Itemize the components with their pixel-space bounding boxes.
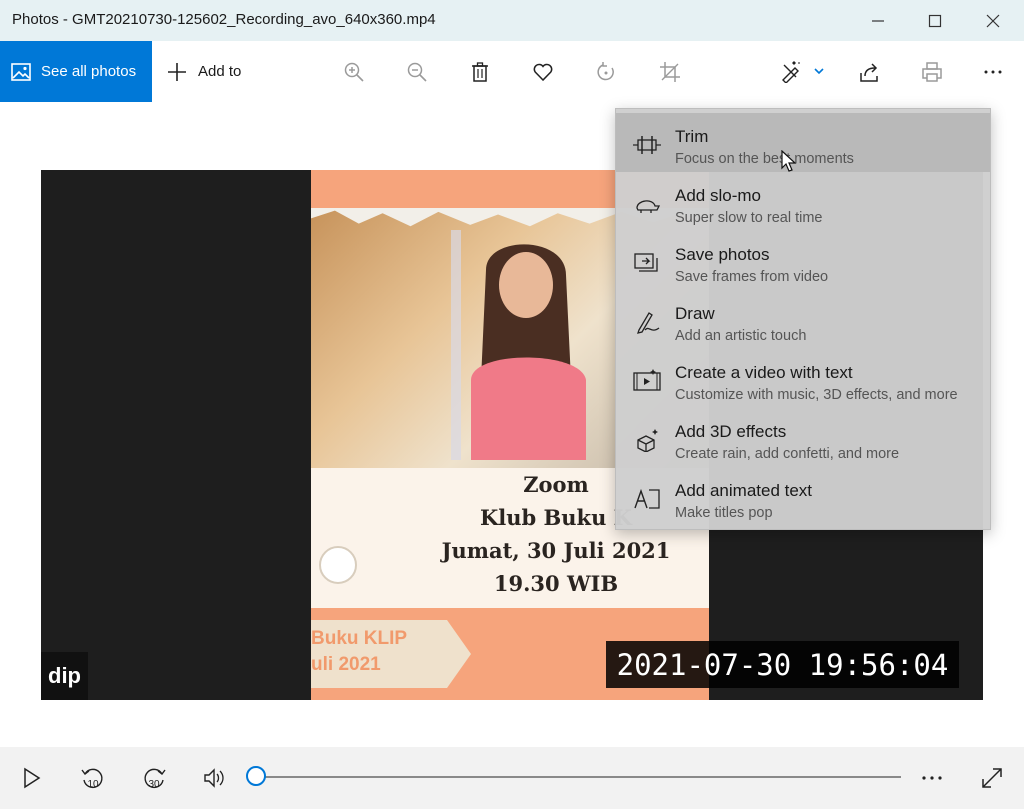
skip-forward-icon: 30 <box>144 768 166 790</box>
edit-create-menu: Trim Focus on the best moments Add slo-m… <box>615 108 991 530</box>
person-image <box>451 230 586 460</box>
print-button[interactable] <box>919 59 945 85</box>
event-time: 19.30 WIB <box>493 571 619 596</box>
menu-item-trim[interactable]: Trim Focus on the best moments <box>616 113 990 172</box>
animated-text-icon <box>634 488 660 509</box>
bottom-tag: Buku KLIP uli 2021 <box>311 620 471 688</box>
rotate-button[interactable] <box>593 59 619 85</box>
menu-item-subtitle: Super slow to real time <box>675 210 823 226</box>
menu-item-title: Draw <box>675 304 715 323</box>
menu-item-video-text[interactable]: Create a video with text Customize with … <box>616 349 990 408</box>
add-to-label: Add to <box>198 63 242 80</box>
minimize-icon <box>872 19 884 22</box>
player-controls: 10 30 <box>0 747 1024 809</box>
menu-item-subtitle: Save frames from video <box>675 269 829 285</box>
event-date: Jumat, 30 Juli 2021 <box>441 538 671 563</box>
minimize-button[interactable] <box>849 0 907 41</box>
video-timestamp: 2021-07-30 19:56:04 <box>606 641 959 688</box>
trim-icon <box>633 136 661 154</box>
maximize-icon <box>928 14 942 27</box>
rotate-icon <box>597 62 614 81</box>
bottom-line-1: Buku KLIP <box>311 628 408 649</box>
3d-effects-icon <box>637 429 658 452</box>
play-button[interactable] <box>16 763 46 793</box>
skip-forward-label: 30 <box>148 779 160 790</box>
menu-item-animated-text[interactable]: Add animated text Make titles pop <box>616 467 990 526</box>
zoom-in-button[interactable] <box>341 59 367 85</box>
menu-item-title: Add 3D effects <box>675 422 787 441</box>
plus-icon <box>168 62 186 81</box>
club-logo <box>319 546 357 584</box>
more-options-button[interactable] <box>980 59 1006 85</box>
volume-button[interactable] <box>200 763 230 793</box>
menu-item-subtitle: Make titles pop <box>675 505 773 521</box>
crop-button[interactable] <box>657 59 683 85</box>
fullscreen-icon <box>982 768 1002 788</box>
more-icon <box>984 70 1002 74</box>
menu-item-subtitle: Focus on the best moments <box>675 151 854 167</box>
menu-item-title: Trim <box>675 127 709 146</box>
video-text-icon <box>633 369 661 391</box>
delete-button[interactable] <box>467 59 493 85</box>
skip-back-icon: 10 <box>81 768 103 790</box>
seek-thumb[interactable] <box>246 766 266 786</box>
edit-create-button[interactable] <box>777 59 827 85</box>
see-all-photos-label: See all photos <box>41 63 137 80</box>
window-title: Photos - GMT20210730-125602_Recording_av… <box>12 11 436 28</box>
menu-item-title: Create a video with text <box>675 363 853 382</box>
more-icon <box>922 776 942 780</box>
seek-track[interactable] <box>256 776 901 778</box>
close-button[interactable] <box>964 0 1022 41</box>
menu-item-title: Save photos <box>675 245 770 264</box>
draw-icon <box>637 312 660 334</box>
skip-back-label: 10 <box>87 779 99 790</box>
title-bar: Photos - GMT20210730-125602_Recording_av… <box>0 0 1024 41</box>
mouse-cursor-icon <box>781 150 797 172</box>
slomo-icon <box>636 200 661 213</box>
menu-item-title: Add animated text <box>675 481 813 500</box>
bottom-line-2: uli 2021 <box>311 654 381 675</box>
menu-item-3d-effects[interactable]: Add 3D effects Create rain, add confetti… <box>616 408 990 467</box>
menu-item-title: Add slo-mo <box>675 186 761 205</box>
toolbar: See all photos Add to <box>0 41 1024 102</box>
edit-create-icon <box>782 61 824 83</box>
skip-back-button[interactable]: 10 <box>78 763 108 793</box>
crop-icon <box>660 62 680 82</box>
fullscreen-button[interactable] <box>977 763 1007 793</box>
favorite-button[interactable] <box>530 59 556 85</box>
save-photos-icon <box>634 253 658 272</box>
menu-item-subtitle: Customize with music, 3D effects, and mo… <box>675 387 958 403</box>
see-all-photos-button[interactable]: See all photos <box>0 41 152 102</box>
watermark-logo: dip <box>41 652 88 700</box>
zoom-out-icon <box>407 62 427 82</box>
bottom-tag-text: Buku KLIP uli 2021 <box>311 626 407 678</box>
share-icon <box>860 63 878 82</box>
heart-icon <box>533 63 553 82</box>
zoom-out-button[interactable] <box>404 59 430 85</box>
zoom-in-icon <box>344 62 364 82</box>
maximize-button[interactable] <box>906 0 964 41</box>
player-more-button[interactable] <box>917 763 947 793</box>
close-icon <box>986 14 1000 27</box>
menu-item-slomo[interactable]: Add slo-mo Super slow to real time <box>616 172 990 231</box>
menu-item-draw[interactable]: Draw Add an artistic touch <box>616 290 990 349</box>
share-button[interactable] <box>856 59 882 85</box>
play-icon <box>24 767 41 789</box>
delete-icon <box>472 62 488 82</box>
print-icon <box>922 62 942 82</box>
add-to-button[interactable]: Add to <box>166 41 241 102</box>
menu-item-subtitle: Create rain, add confetti, and more <box>675 446 900 462</box>
photo-icon <box>11 62 31 81</box>
skip-forward-button[interactable]: 30 <box>139 763 169 793</box>
volume-icon <box>204 768 224 788</box>
menu-item-save-photos[interactable]: Save photos Save frames from video <box>616 231 990 290</box>
menu-item-subtitle: Add an artistic touch <box>675 328 807 344</box>
